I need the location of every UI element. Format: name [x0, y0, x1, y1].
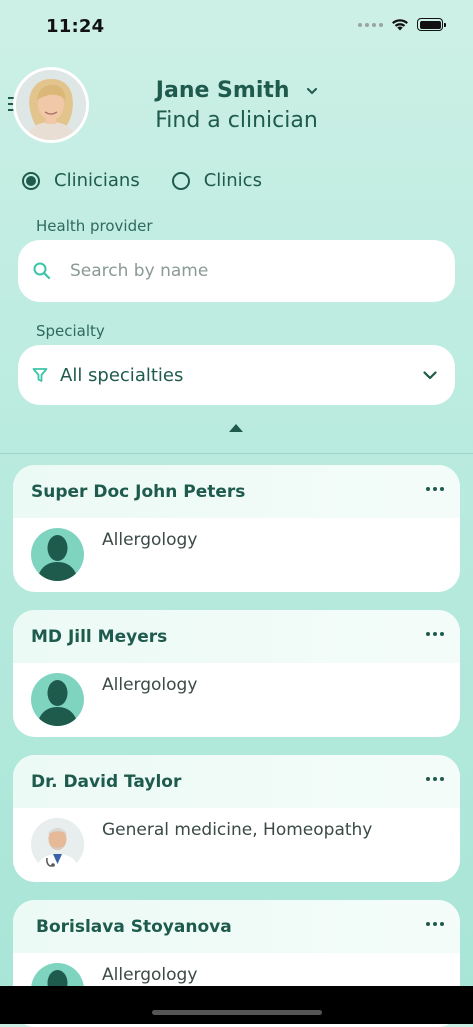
radio-label: Clinics	[203, 170, 262, 191]
clinician-name: Super Doc John Peters	[31, 481, 246, 502]
chevron-down-icon	[423, 370, 437, 379]
placeholder-person-icon	[31, 673, 84, 726]
clinician-specialty: Allergology	[102, 965, 198, 985]
clinician-card[interactable]: Super Doc John Peters Allergology	[13, 465, 460, 592]
radio-clinicians[interactable]: Clinicians	[22, 170, 140, 191]
clinician-name: MD Jill Meyers	[31, 626, 168, 647]
card-header: Borislava Stoyanova	[13, 900, 460, 953]
clinician-card[interactable]: MD Jill Meyers Allergology	[13, 610, 460, 737]
battery-icon	[417, 18, 446, 31]
search-input[interactable]	[68, 260, 412, 282]
card-header: Dr. David Taylor	[13, 755, 460, 808]
card-header: MD Jill Meyers	[13, 610, 460, 663]
cellular-signal-icon	[358, 22, 383, 27]
system-bottom-bar	[0, 986, 473, 1024]
user-name-switcher[interactable]: Jane Smith	[0, 78, 473, 103]
page-title: Find a clinician	[155, 108, 318, 133]
more-options-icon[interactable]	[426, 922, 444, 926]
search-icon	[33, 262, 51, 280]
health-provider-label: Health provider	[36, 217, 153, 235]
clinician-name: Borislava Stoyanova	[36, 916, 232, 937]
card-body: Allergology	[13, 663, 460, 737]
radio-clinics[interactable]: Clinics	[171, 170, 262, 191]
card-header: Super Doc John Peters	[13, 465, 460, 518]
clinician-specialty: General medicine, Homeopathy	[102, 820, 373, 840]
radio-unselected-icon	[171, 171, 190, 190]
more-options-icon[interactable]	[426, 632, 444, 636]
specialty-label: Specialty	[36, 322, 105, 340]
user-name: Jane Smith	[155, 78, 290, 103]
filter-icon	[32, 368, 48, 382]
more-options-icon[interactable]	[426, 777, 444, 781]
clinician-specialty: Allergology	[102, 675, 198, 695]
status-icons	[358, 18, 446, 31]
status-time: 11:24	[46, 16, 105, 37]
chevron-down-icon	[307, 87, 318, 94]
search-field[interactable]	[18, 240, 455, 302]
clinician-card[interactable]: Dr. David Taylor General medicine, Homeo…	[13, 755, 460, 882]
more-options-icon[interactable]	[426, 487, 444, 491]
specialty-value: All specialties	[60, 364, 184, 386]
clinician-specialty: Allergology	[102, 530, 198, 550]
placeholder-person-icon	[31, 528, 84, 581]
collapse-filters-icon[interactable]	[229, 424, 243, 432]
clinician-photo	[31, 818, 84, 871]
radio-label: Clinicians	[54, 170, 140, 191]
clinician-name: Dr. David Taylor	[31, 771, 182, 792]
home-indicator[interactable]	[152, 1010, 322, 1015]
radio-selected-icon	[22, 171, 40, 190]
status-bar: 11:24	[0, 0, 473, 54]
specialty-select[interactable]: All specialties	[18, 345, 455, 405]
wifi-icon	[392, 19, 408, 31]
card-body: General medicine, Homeopathy	[13, 808, 460, 882]
card-body: Allergology	[13, 518, 460, 592]
divider	[0, 453, 473, 454]
provider-type-selector: Clinicians Clinics	[22, 170, 294, 191]
